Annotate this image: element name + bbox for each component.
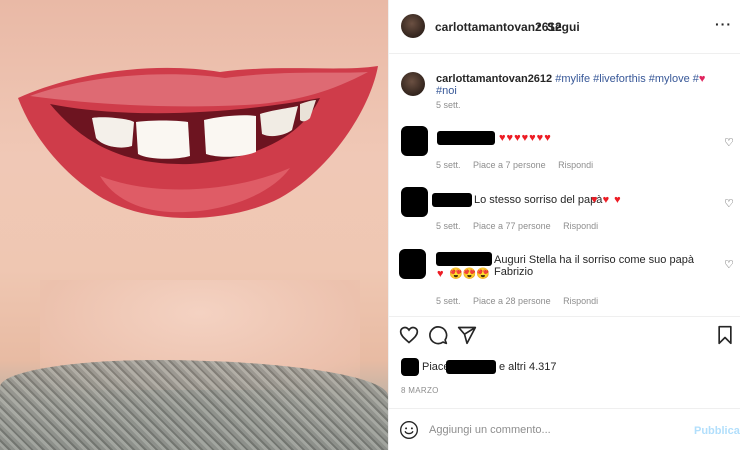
author-avatar[interactable]: [401, 14, 425, 38]
photo-smile: [18, 66, 378, 219]
heart-emoji: ♥: [698, 73, 706, 85]
comment-username-redacted: [436, 252, 492, 266]
comment-username-redacted: [437, 131, 495, 145]
comment-avatar-redacted[interactable]: [399, 249, 426, 279]
comment-text: Auguri Stella ha il sorriso come suo pap…: [494, 254, 694, 278]
liker-username-redacted[interactable]: [446, 360, 496, 374]
header-separator: •: [537, 19, 542, 33]
heart-icon[interactable]: [399, 325, 419, 345]
comment-username-redacted: [432, 193, 472, 207]
caption-hashtags[interactable]: #mylife #liveforthis #mylove #: [555, 73, 699, 85]
share-icon[interactable]: [457, 325, 477, 345]
comment-icon[interactable]: [428, 325, 448, 345]
comment-hearts: ♥ ♥ ♥: [591, 194, 622, 206]
comment-time: 5 sett.: [436, 221, 461, 231]
comment-meta: 5 sett. Piace a 7 persone Rispondi: [436, 160, 603, 170]
caption-hashtag-noi[interactable]: #noi: [436, 85, 457, 97]
comment-likes[interactable]: Piace a 77 persone: [473, 221, 551, 231]
comment-avatar-redacted[interactable]: [401, 187, 428, 217]
likes-count[interactable]: e altri 4.317: [499, 361, 556, 373]
comment-likes[interactable]: Piace a 7 persone: [473, 160, 546, 170]
comment-meta: 5 sett. Piace a 28 persone Rispondi: [436, 296, 608, 306]
caption-username[interactable]: carlottamantovan2612: [436, 73, 552, 85]
post-date: 8 MARZO: [401, 386, 439, 395]
author-username[interactable]: carlottamantovan2612: [435, 20, 562, 34]
comment-hearts: ♥: [437, 268, 445, 280]
comment-box: Pubblica: [389, 408, 740, 450]
comment-time: 5 sett.: [436, 160, 461, 170]
follow-button[interactable]: Segui: [547, 20, 580, 34]
reply-button[interactable]: Rispondi: [563, 221, 598, 231]
reply-button[interactable]: Rispondi: [563, 296, 598, 306]
caption-avatar[interactable]: [401, 72, 425, 96]
comment-emoji: 😍😍😍: [449, 268, 491, 280]
bookmark-icon[interactable]: [715, 325, 735, 345]
caption-text: carlottamantovan2612 #mylife #liveforthi…: [436, 73, 726, 97]
caption-time: 5 sett.: [436, 100, 461, 110]
comment-like-icon[interactable]: ♡: [724, 258, 734, 271]
comment-time: 5 sett.: [436, 296, 461, 306]
comment-input[interactable]: [429, 421, 679, 439]
emoji-icon[interactable]: [399, 420, 419, 440]
comment-text: Lo stesso sorriso del papà: [474, 194, 603, 206]
action-bar: [389, 316, 740, 356]
post-photo[interactable]: [0, 0, 388, 450]
comment-hearts: ♥♥♥♥♥♥♥: [499, 132, 552, 144]
comment-likes[interactable]: Piace a 28 persone: [473, 296, 551, 306]
comment-meta: 5 sett. Piace a 77 persone Rispondi: [436, 221, 608, 231]
post-header: carlottamantovan2612 • Segui ···: [389, 0, 740, 54]
post-panel: carlottamantovan2612 • Segui ··· carlott…: [388, 0, 740, 450]
more-icon[interactable]: ···: [715, 16, 732, 32]
reply-button[interactable]: Rispondi: [558, 160, 593, 170]
comment-like-icon[interactable]: ♡: [724, 136, 734, 149]
publish-button[interactable]: Pubblica: [694, 425, 740, 437]
comment-avatar-redacted[interactable]: [401, 126, 428, 156]
comment-like-icon[interactable]: ♡: [724, 197, 734, 210]
liker-avatar-redacted[interactable]: [401, 358, 419, 376]
likes-row: Piace e altri 4.317: [389, 358, 740, 378]
